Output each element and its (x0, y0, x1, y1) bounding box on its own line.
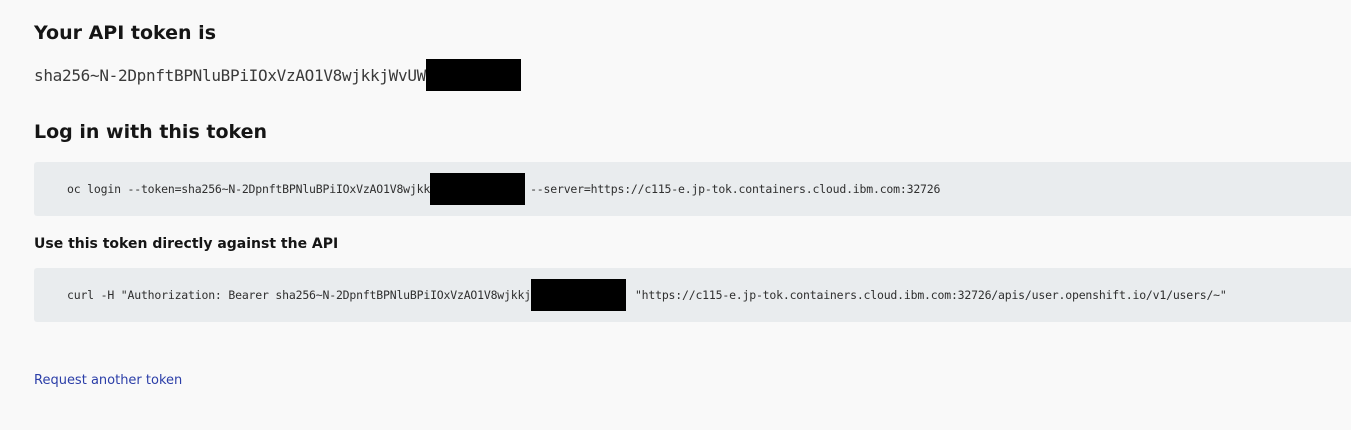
oc-login-command-prefix: oc login --token=sha256~N-2DpnftBPNluBPi… (67, 182, 431, 196)
token-redaction (425, 59, 521, 91)
api-token-text: sha256~N-2DpnftBPNluBPiIOxVzAO1V8wjkkjWv… (34, 65, 426, 85)
oc-login-token-redaction (430, 173, 526, 205)
curl-command-block[interactable]: curl -H "Authorization: Bearer sha256~N-… (34, 268, 1351, 322)
request-another-token-link[interactable]: Request another token (34, 373, 182, 388)
oc-login-command-suffix: --server=https://c115-e.jp-tok.container… (530, 182, 941, 196)
api-token-heading: Your API token is (34, 22, 217, 44)
api-token-value: sha256~N-2DpnftBPNluBPiIOxVzAO1V8wjkkjWv… (34, 59, 521, 91)
login-heading: Log in with this token (34, 121, 268, 143)
oc-login-command-block[interactable]: oc login --token=sha256~N-2DpnftBPNluBPi… (34, 162, 1351, 216)
curl-command-prefix: curl -H "Authorization: Bearer sha256~N-… (67, 288, 531, 302)
api-usage-heading: Use this token directly against the API (34, 236, 339, 252)
curl-token-redaction (530, 279, 626, 311)
curl-command-suffix: "https://c115-e.jp-tok.containers.cloud.… (634, 288, 1227, 302)
